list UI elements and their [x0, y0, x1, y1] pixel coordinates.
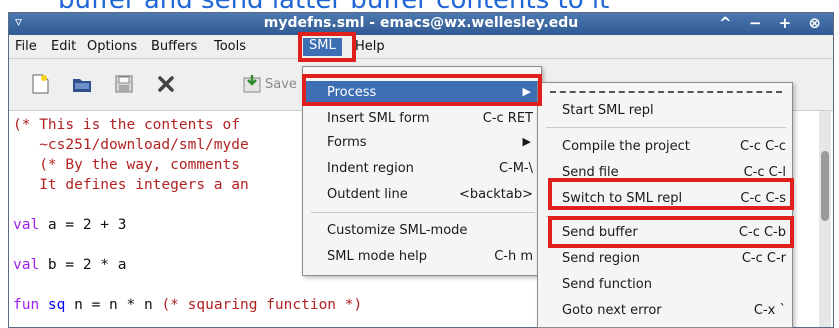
sml-menu-customize[interactable]: Customize SML-mode — [303, 219, 541, 243]
sml-menu-indent-region[interactable]: Indent region C-M-\ — [303, 157, 541, 181]
code-text: a = 2 + 3 — [39, 217, 127, 233]
code-comment: (* squaring function *) — [161, 297, 363, 313]
code-line-2: ~cs251/download/sml/myde — [13, 137, 249, 153]
highlight-switch-repl — [548, 178, 794, 210]
menu-help[interactable]: Help — [355, 39, 385, 54]
menu-item-shortcut: C-c RET — [482, 111, 533, 126]
menu-item-label: Forms — [327, 135, 367, 150]
code-line-val-b: val b = 2 * a — [13, 257, 127, 273]
menu-file[interactable]: File — [15, 39, 37, 54]
menu-item-label: Insert SML form — [327, 111, 430, 126]
menu-separator — [546, 127, 786, 128]
submenu-arrow-icon: ▶ — [522, 135, 531, 148]
menu-separator — [311, 212, 535, 213]
menu-item-label: Compile the project — [562, 139, 690, 154]
menu-item-label: Send function — [562, 277, 652, 292]
menu-item-shortcut: C-c C-c — [740, 139, 786, 154]
scroll-thumb[interactable] — [821, 151, 829, 221]
menu-options[interactable]: Options — [87, 39, 137, 54]
menu-tools[interactable]: Tools — [214, 39, 246, 54]
save-disk-icon[interactable] — [113, 73, 135, 93]
new-file-icon[interactable] — [29, 73, 51, 94]
process-send-function[interactable]: Send function — [538, 273, 792, 297]
menu-item-label: Send region — [562, 251, 640, 266]
menu-bar: File Edit Options Buffers Tools SML Help — [9, 35, 833, 59]
highlight-process-item — [302, 74, 542, 106]
vertical-scrollbar[interactable] — [819, 111, 831, 327]
code-line-1: (* This is the contents of — [13, 117, 240, 133]
close-x-icon[interactable] — [155, 73, 177, 93]
menu-edit[interactable]: Edit — [51, 39, 76, 54]
menu-buffers[interactable]: Buffers — [151, 39, 197, 54]
save-label[interactable]: Save — [265, 77, 297, 92]
save-buffer-icon[interactable] — [241, 73, 263, 93]
code-line-val-a: val a = 2 + 3 — [13, 217, 127, 233]
process-send-region[interactable]: Send region C-c C-r — [538, 247, 792, 271]
window-title: mydefns.sml - emacs@wx.wellesley.edu — [263, 15, 579, 31]
sml-menu-help[interactable]: SML mode help C-h m — [303, 245, 541, 269]
process-goto-next-error[interactable]: Goto next error C-x ` — [538, 299, 792, 323]
keyword-val: val — [13, 217, 40, 233]
code-text: b = 2 * a — [39, 257, 127, 273]
keyword-fun: fun — [13, 297, 40, 313]
title-bar: ▿ mydefns.sml - emacs@wx.wellesley.edu ^… — [9, 13, 833, 35]
highlight-sml-menu — [298, 32, 356, 62]
code-line-3: (* By the way, comments — [13, 157, 240, 173]
highlight-send-buffer — [548, 216, 794, 248]
menu-item-shortcut: C-M-\ — [498, 161, 533, 176]
menu-item-shortcut: C-h m — [494, 249, 533, 264]
function-name: sq — [39, 297, 66, 313]
code-line-fun-sq: fun sq n = n * n (* squaring function *) — [13, 297, 362, 313]
window-controls[interactable]: ^ − + ⊗ — [719, 14, 827, 32]
code-line-4: It defines integers a an — [13, 177, 249, 193]
sml-menu-outdent-line[interactable]: Outdent line <backtab> — [303, 183, 541, 207]
tearoff-line[interactable] — [550, 91, 782, 93]
code-text: n = n * n — [65, 297, 162, 313]
keyword-val: val — [13, 257, 40, 273]
process-compile-project[interactable]: Compile the project C-c C-c — [538, 135, 792, 159]
menu-item-label: Goto next error — [562, 303, 662, 318]
menu-item-label: Outdent line — [327, 187, 408, 202]
sml-menu-forms[interactable]: Forms ▶ — [303, 131, 541, 155]
menu-item-shortcut: C-c C-r — [741, 251, 786, 266]
menu-item-label: Start SML repl — [562, 103, 654, 118]
menu-item-label: Customize SML-mode — [327, 223, 468, 238]
menu-item-shortcut: <backtab> — [459, 187, 533, 202]
menu-item-label: Indent region — [327, 161, 414, 176]
open-folder-icon[interactable] — [71, 73, 93, 93]
process-start-repl[interactable]: Start SML repl — [538, 99, 792, 123]
sml-menu-insert-form[interactable]: Insert SML form C-c RET — [303, 107, 541, 131]
menu-item-shortcut: C-x ` — [753, 303, 786, 318]
menu-item-label: SML mode help — [327, 249, 427, 264]
